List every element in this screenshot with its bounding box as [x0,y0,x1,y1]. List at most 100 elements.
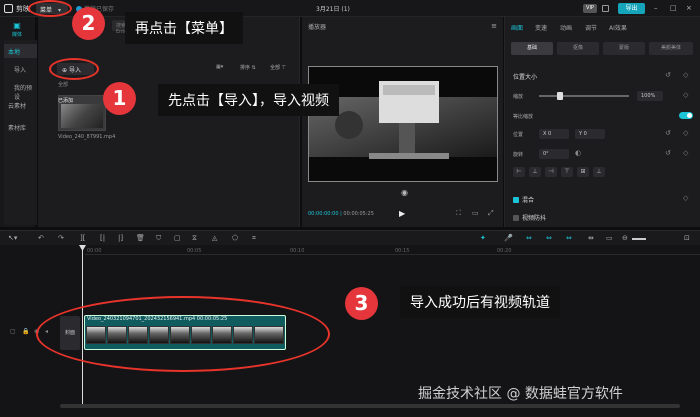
scale-keyframe-icon[interactable]: ◇ [683,91,688,99]
align-left-icon[interactable]: ⊢ [513,167,525,177]
blend-section[interactable]: 混合 [513,195,534,204]
ruler-tick: 00:20 [497,248,512,254]
split-right-icon[interactable]: |] [118,234,123,242]
filter-all-button[interactable]: 全部 ⊤ [270,64,286,71]
maximize-icon[interactable]: □ [670,4,677,12]
tab-speed[interactable]: 变速 [535,23,547,32]
ruler-tick: 00:05 [187,248,202,254]
share-icon[interactable] [602,5,609,12]
annotation-step2-badge: 2 [72,7,105,40]
magic-icon[interactable]: ✦ [480,234,486,242]
tab-animation[interactable]: 动画 [560,23,572,32]
link-icon[interactable]: ⇔ [546,234,552,242]
time-total: 00:00:05:25 [343,211,374,217]
annotation-step1-badge: 1 [103,82,136,115]
section-all-label: 全部 [58,82,69,88]
expand-icon[interactable]: ⤢ [488,209,494,218]
redo-icon[interactable]: ↷ [58,234,64,242]
align-bottom-icon[interactable]: ⊥ [593,167,605,177]
undo-icon[interactable]: ↶ [38,234,44,242]
close-icon[interactable]: × [686,4,692,12]
stabilize-label: 视频防抖 [522,215,547,222]
fullscreen-indicator-icon[interactable]: ◉ [401,188,408,197]
split-left-icon[interactable]: [| [100,234,105,242]
time-ruler[interactable]: 00:00 00:05 00:10 00:15 00:20 [85,245,700,255]
ratio-icon[interactable]: ▭ [472,209,479,217]
rotate-reset-icon[interactable]: ↺ [665,149,671,157]
reset-icon[interactable]: ↺ [665,71,671,79]
category-library[interactable]: 素材库 [4,120,37,134]
timeline-scrollbar[interactable] [60,404,680,408]
minimize-icon[interactable]: – [654,4,658,12]
scale-slider-track[interactable] [539,95,629,97]
split-icon[interactable]: ][ [80,234,85,242]
inspector-panel: 画面 变速 动画 调节 AI效果 基础 抠像 蒙版 美颜美体 位置大小 ↺ ◇ … [504,17,700,227]
align-center-icon[interactable]: ⊥ [529,167,541,177]
subtab-beauty[interactable]: 美颜美体 [649,42,693,55]
view-toggle-icon[interactable]: ▦▾ [216,64,223,70]
category-local[interactable]: 本地 [4,44,37,58]
player-title: 播放器 [308,24,327,31]
blend-checkbox[interactable] [513,197,519,203]
annotation-step3-badge: 3 [345,287,378,320]
zoom-out-icon[interactable]: ⊖ [622,234,628,242]
position-keyframe-icon[interactable]: ◇ [683,129,688,137]
category-import[interactable]: 导入 [4,62,37,76]
snap-icon[interactable]: ⇔ [566,234,572,242]
rotate-label: 旋转 [513,152,524,158]
annotation-step1-text: 先点击【导入】，导入视频 [158,84,339,116]
vip-badge[interactable]: VIP [583,4,597,13]
align-middle-icon[interactable]: ⊞ [577,167,589,177]
stabilize-section[interactable]: 视频防抖 [513,213,546,222]
shield-icon[interactable]: ⛉ [156,234,161,243]
mirror-icon[interactable]: ⧖ [192,234,197,243]
export-button[interactable]: 导出 [618,3,645,14]
align-right-icon[interactable]: ⊣ [545,167,557,177]
category-presets[interactable]: 我的预设 [4,80,37,101]
freeze-icon[interactable]: ▢ [174,234,181,242]
transform-icon[interactable]: ⬠ [232,234,238,242]
preview-axis-icon[interactable]: ⇹ [588,234,594,242]
crop-icon[interactable]: ⛶ [456,209,461,218]
scale-field[interactable]: 100% [637,91,663,101]
subtab-keying[interactable]: 抠像 [557,42,599,55]
stabilize-checkbox[interactable] [513,215,519,221]
select-tool-icon[interactable]: ↖▾ [8,234,17,242]
tab-picture[interactable]: 画面 [511,23,523,32]
play-button[interactable]: ▶ [399,209,405,218]
sort-button[interactable]: 排序 ⇅ [240,64,256,71]
position-y-field[interactable]: Y 0 [575,129,605,139]
tab-adjust[interactable]: 调节 [585,23,597,32]
uniform-scale-toggle[interactable] [679,112,693,119]
position-x-field[interactable]: X 0 [539,129,569,139]
subtab-basic[interactable]: 基础 [511,42,553,55]
category-cloud[interactable]: 云素材 [4,98,37,112]
track-hide-icon[interactable]: ▢ [10,328,16,335]
rotate-field[interactable]: 0° [539,149,569,159]
tab-ai-effects[interactable]: AI效果 [609,23,627,32]
crop-tool-icon[interactable]: ⌗ [252,234,256,243]
delete-icon[interactable]: 🗑 [136,234,145,242]
tab-media-label: 媒体 [11,32,22,38]
link-main-icon[interactable]: ⇔ [526,234,532,242]
added-tag: 已添加 [58,98,74,104]
blend-label: 混合 [522,197,535,204]
zoom-slider[interactable] [632,238,646,240]
keyframe-icon[interactable]: ◇ [683,71,688,79]
rotate-icon[interactable]: ◐ [575,149,581,157]
subtab-mask[interactable]: 蒙版 [603,42,645,55]
rotate-tool-icon[interactable]: ◬ [212,234,217,242]
scale-slider-knob[interactable] [557,92,563,100]
section-position-size: 位置大小 [513,74,538,81]
blend-keyframe-icon[interactable]: ◇ [683,194,688,202]
mic-icon[interactable]: 🎤 [504,234,513,242]
comment-icon[interactable]: ▭ [606,234,613,242]
position-reset-icon[interactable]: ↺ [665,129,671,137]
align-top-icon[interactable]: ⊤ [561,167,573,177]
project-title: 3月21日 (1) [316,6,350,13]
fit-icon[interactable]: ⊡ [684,234,690,242]
tab-media[interactable]: ▣ 媒体 [2,21,32,38]
player-menu-icon[interactable]: ≡ [491,22,497,30]
track-lock-icon[interactable]: 🔒 [22,328,29,335]
rotate-keyframe-icon[interactable]: ◇ [683,149,688,157]
